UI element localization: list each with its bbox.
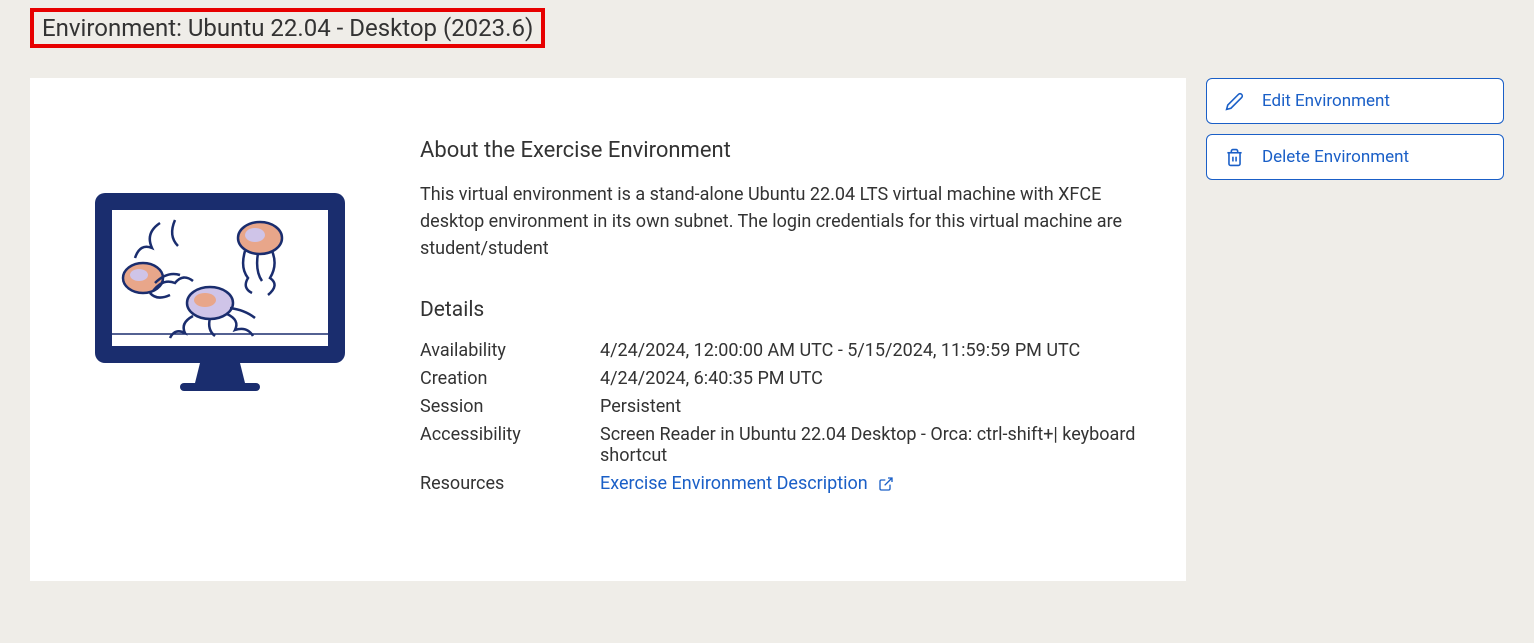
environment-illustration (90, 188, 350, 412)
details-value: Exercise Environment Description (600, 473, 1136, 494)
details-heading: Details (420, 298, 1136, 322)
details-label: Creation (420, 368, 600, 389)
trash-icon (1225, 148, 1244, 167)
edit-button-label: Edit Environment (1262, 91, 1390, 111)
details-row-creation: Creation 4/24/2024, 6:40:35 PM UTC (420, 368, 1136, 389)
page-title-text: Environment: Ubuntu 22.04 - Desktop (202… (42, 14, 533, 42)
main-content: About the Exercise Environment This virt… (420, 138, 1136, 501)
main-card: About the Exercise Environment This virt… (30, 78, 1186, 581)
resource-link[interactable]: Exercise Environment Description (600, 473, 894, 494)
content-row: About the Exercise Environment This virt… (30, 78, 1504, 581)
details-value: Screen Reader in Ubuntu 22.04 Desktop - … (600, 424, 1136, 466)
details-row-session: Session Persistent (420, 396, 1136, 417)
details-value: 4/24/2024, 6:40:35 PM UTC (600, 368, 1136, 389)
details-row-accessibility: Accessibility Screen Reader in Ubuntu 22… (420, 424, 1136, 466)
details-label: Resources (420, 473, 600, 494)
details-value: 4/24/2024, 12:00:00 AM UTC - 5/15/2024, … (600, 340, 1136, 361)
resource-link-text: Exercise Environment Description (600, 473, 868, 494)
monitor-icon (90, 188, 350, 408)
external-link-icon (878, 476, 894, 492)
details-label: Accessibility (420, 424, 600, 466)
details-table: Availability 4/24/2024, 12:00:00 AM UTC … (420, 340, 1136, 494)
about-heading: About the Exercise Environment (420, 138, 1136, 163)
details-value: Persistent (600, 396, 1136, 417)
delete-environment-button[interactable]: Delete Environment (1206, 134, 1504, 180)
details-row-resources: Resources Exercise Environment Descripti… (420, 473, 1136, 494)
delete-button-label: Delete Environment (1262, 147, 1409, 167)
page-title: Environment: Ubuntu 22.04 - Desktop (202… (30, 8, 545, 48)
edit-environment-button[interactable]: Edit Environment (1206, 78, 1504, 124)
about-text: This virtual environment is a stand-alon… (420, 181, 1136, 262)
pencil-icon (1225, 92, 1244, 111)
action-sidebar: Edit Environment Delete Environment (1206, 78, 1504, 180)
details-label: Session (420, 396, 600, 417)
details-row-availability: Availability 4/24/2024, 12:00:00 AM UTC … (420, 340, 1136, 361)
details-label: Availability (420, 340, 600, 361)
